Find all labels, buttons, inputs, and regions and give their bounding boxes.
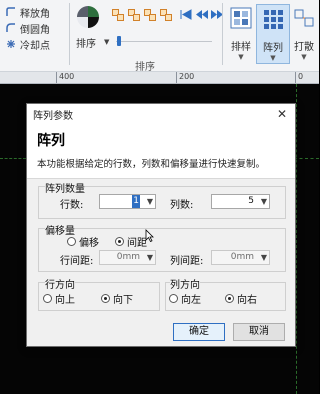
chevron-down-icon: ▼ [301, 53, 307, 61]
rewind-icon[interactable] [196, 9, 208, 20]
row-spacing-label: 行间距: [60, 256, 94, 267]
release-corner-icon [6, 7, 15, 16]
ruler-label: 400 [59, 72, 75, 81]
sort-group-label: 排序 [135, 62, 155, 73]
explode-label: 打散 [294, 42, 314, 53]
round-corner-button[interactable]: 倒圆角 [0, 20, 68, 36]
dialog-titlebar: 阵列参数 ✕ [27, 104, 295, 124]
mouse-cursor-icon [145, 229, 154, 242]
dialog-header: 阵列 本功能根据给定的行数，列数和偏移量进行快速复制。 [27, 124, 295, 179]
cancel-button[interactable]: 取消 [233, 323, 285, 341]
chevron-down-icon: ▼ [270, 54, 276, 62]
cooling-point-button[interactable]: 冷却点 [0, 36, 68, 52]
sort-grid-icon[interactable] [144, 9, 156, 21]
dialog-heading: 阵列 [37, 133, 65, 149]
array-params-dialog: 阵列参数 ✕ 阵列 本功能根据给定的行数，列数和偏移量进行快速复制。 阵列数量 … [26, 103, 296, 347]
cooling-point-label: 冷却点 [20, 40, 50, 52]
first-icon[interactable] [180, 9, 192, 20]
cols-label: 列数: [170, 200, 194, 211]
col-spacing-label: 列间距: [170, 256, 204, 267]
ribbon-separator [222, 3, 223, 65]
chevron-down-icon[interactable]: ▼ [104, 38, 109, 46]
row-down-radio[interactable]: 向下 [101, 291, 133, 306]
dialog-description: 本功能根据给定的行数，列数和偏移量进行快速复制。 [37, 159, 266, 170]
row-up-label: 向上 [55, 295, 75, 306]
radio-selected-icon [115, 237, 124, 246]
ruler-tick [176, 72, 177, 83]
cols-value: 5 [248, 196, 254, 206]
col-left-label: 向左 [181, 295, 201, 306]
spacing-radio-label: 间距 [127, 238, 147, 249]
cooling-point-icon [7, 40, 15, 48]
round-corner-icon [6, 23, 15, 32]
radio-selected-icon [225, 294, 234, 303]
rows-select[interactable]: 1 ▼ [99, 194, 156, 209]
col-left-radio[interactable]: 向左 [169, 291, 201, 306]
array-label: 阵列 [263, 43, 283, 54]
rows-value: 1 [132, 195, 140, 208]
row-spacing-select[interactable]: 0mm ▼ [99, 250, 156, 265]
radio-icon [67, 237, 76, 246]
ok-button[interactable]: 确定 [173, 323, 225, 341]
chevron-down-icon: ▼ [146, 197, 153, 206]
sort-icon[interactable] [77, 6, 99, 28]
layout-label: 排样 [231, 42, 251, 53]
row-down-label: 向下 [113, 295, 133, 306]
explode-icon [294, 9, 314, 27]
layout-icon [230, 7, 252, 29]
ruler-tick [56, 72, 57, 83]
chevron-down-icon: ▼ [260, 253, 267, 262]
ribbon-separator [69, 3, 70, 65]
layout-button[interactable]: 排样 ▼ [225, 4, 257, 62]
array-count-title: 阵列数量 [45, 180, 85, 195]
dialog-window-title: 阵列参数 [33, 110, 73, 122]
spacing-radio[interactable]: 间距 [115, 234, 147, 249]
radio-icon [169, 294, 178, 303]
release-corner-label: 释放角 [20, 8, 50, 20]
col-right-radio[interactable]: 向右 [225, 291, 257, 306]
row-direction-title: 行方向 [45, 276, 75, 291]
horizontal-ruler: 400 200 0 [0, 72, 319, 84]
array-icon [264, 10, 283, 29]
ruler-label: 200 [179, 72, 195, 81]
round-corner-label: 倒圆角 [20, 24, 50, 36]
chevron-down-icon: ▼ [238, 53, 244, 61]
offset-radio-label: 偏移 [79, 238, 99, 249]
guide-line [0, 158, 26, 159]
close-icon[interactable]: ✕ [275, 107, 289, 121]
col-right-label: 向右 [237, 295, 257, 306]
guide-line [296, 84, 297, 394]
explode-button[interactable]: 打散 ▼ [288, 4, 320, 62]
sort-grid-icon[interactable] [128, 9, 140, 21]
radio-selected-icon [101, 294, 110, 303]
chevron-down-icon: ▼ [146, 253, 153, 262]
cols-select[interactable]: 5 ▼ [211, 194, 270, 209]
corner-tools: 释放角 倒圆角 冷却点 [0, 4, 68, 52]
col-direction-title: 列方向 [170, 276, 200, 291]
guide-line [294, 158, 319, 159]
row-spacing-value: 0mm [116, 252, 140, 262]
sort-slider-track[interactable] [116, 41, 212, 42]
ribbon-toolbar: 释放角 倒圆角 冷却点 排序 ▼ 排序 排样 ▼ 阵列 ▼ 打散 ▼ [0, 0, 320, 73]
col-spacing-value: 0mm [230, 252, 254, 262]
offset-radio[interactable]: 偏移 [67, 234, 99, 249]
release-corner-button[interactable]: 释放角 [0, 4, 68, 20]
row-up-radio[interactable]: 向上 [43, 291, 75, 306]
rows-label: 行数: [60, 200, 84, 211]
sort-grid-icon[interactable] [160, 9, 172, 21]
col-spacing-select[interactable]: 0mm ▼ [211, 250, 270, 265]
sort-grid-icon[interactable] [112, 9, 124, 21]
sort-button-label[interactable]: 排序 [76, 35, 96, 50]
chevron-down-icon: ▼ [260, 197, 267, 206]
sort-slider-thumb[interactable] [117, 36, 121, 46]
ruler-label: 0 [298, 72, 304, 81]
radio-icon [43, 294, 52, 303]
ruler-tick [295, 72, 296, 83]
array-button[interactable]: 阵列 ▼ [256, 4, 290, 64]
